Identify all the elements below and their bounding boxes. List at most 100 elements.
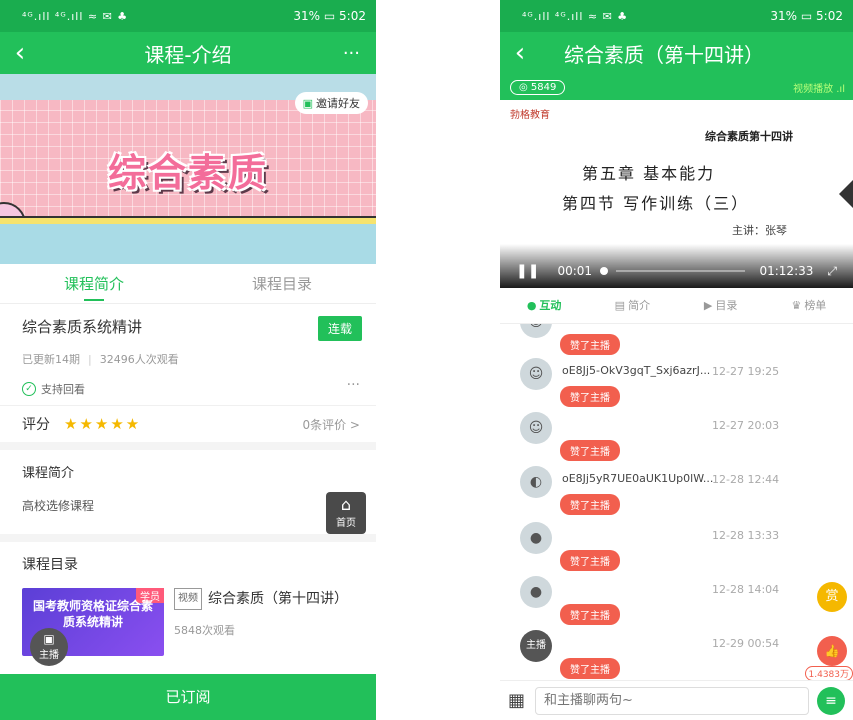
avatar: ☺ xyxy=(520,358,552,390)
video-player[interactable]: 勃格教育 综合素质第十四讲 第五章 基本能力 第四节 写作训练（三） 主讲：张琴… xyxy=(500,100,853,288)
catalog-heading: 课程目录 xyxy=(22,557,78,573)
tab-course-catalog[interactable]: 课程目录 xyxy=(188,264,376,303)
lesson-info: 视频 综合素质（第十四讲） 5848次观看 xyxy=(174,588,354,656)
home-button[interactable]: ⌂ 首页 xyxy=(326,492,366,534)
page-title: 综合素质（第十四讲） xyxy=(564,42,764,67)
nav-bar: ‹ 课程-介绍 ··· xyxy=(0,32,376,74)
signal-icons: ⁴ᴳ.ıll ⁴ᴳ.ıll ≈ ✉ ♣ xyxy=(522,9,629,23)
chat-input-bar: ▦ ≡ xyxy=(500,680,853,720)
clock: 5:02 xyxy=(339,9,366,23)
anchor-button[interactable]: ▣ 主播 xyxy=(30,628,68,666)
nickname: oE8Jj5-OkV3gqT_Sxj6azrJ... xyxy=(562,364,711,377)
menu-icon[interactable]: ≡ xyxy=(817,686,845,715)
tab-intro[interactable]: ▤ 简介 xyxy=(588,288,676,323)
like-notice: 赞了主播 xyxy=(560,494,620,515)
lesson-kind: 视频 xyxy=(174,588,202,610)
battery-level: 31% xyxy=(293,9,321,23)
like-notice: 赞了主播 xyxy=(560,440,620,461)
play-icon: ▶ xyxy=(703,299,713,312)
course-info: 综合素质系统精讲 连载 已更新14期 | 32496人次观看 ✓ 支持回看 ··· xyxy=(0,304,376,406)
thumbs-up-icon[interactable]: 👍 xyxy=(817,636,847,666)
lesson-item[interactable]: 学员 国考教师资格证综合素质系统精讲 视频 综合素质（第十四讲） 5848次观看 xyxy=(22,588,354,656)
pause-icon[interactable]: ❚❚ xyxy=(516,263,539,279)
timestamp: 12-29 00:54 xyxy=(712,637,780,650)
tab-label: 榜单 xyxy=(804,299,827,312)
tab-course-intro[interactable]: 课程简介 xyxy=(0,264,188,303)
tab-label: 互动 xyxy=(539,299,562,312)
current-time: 00:01 xyxy=(557,264,593,278)
review-count-link[interactable]: 0条评价 > xyxy=(302,416,360,433)
chat-message: ☺ oE8Jj5-OkV3gqT_Sxj6azrJ... 12-27 19:25… xyxy=(520,358,820,414)
thumb-title: 国考教师资格证综合素质系统精讲 xyxy=(32,599,153,629)
reward-button[interactable]: 赏 xyxy=(817,582,847,612)
fullscreen-icon[interactable]: ⤢ xyxy=(827,264,837,279)
seek-bar[interactable] xyxy=(616,270,746,272)
org-logo: 勃格教育 xyxy=(510,110,550,121)
status-bar: ⁴ᴳ.ıll ⁴ᴳ.ıll ≈ ✉ ♣ 31% ▭ 5:02 xyxy=(0,0,376,32)
like-notice: 赞了主播 xyxy=(560,658,620,679)
live-lesson-screen: ⁴ᴳ.ıll ⁴ᴳ.ıll ≈ ✉ ♣ 31% ▭ 5:02 ‹ 综合素质（第十… xyxy=(500,0,853,720)
tab-interaction[interactable]: ● 互动 xyxy=(500,288,588,323)
seek-handle[interactable] xyxy=(600,267,609,275)
tab-ranking[interactable]: ♛ 榜单 xyxy=(765,288,853,323)
rating-label: 评分 xyxy=(22,417,50,433)
banner-decoration-line xyxy=(0,216,376,224)
lesson-title: 综合素质（第十四讲） xyxy=(208,591,348,607)
slide-arrow-icon xyxy=(839,180,853,208)
more-icon[interactable]: ··· xyxy=(343,43,360,64)
course-banner: ▣ 邀请好友 综合素质 xyxy=(0,74,376,264)
slide-section: 第四节 写作训练（三） xyxy=(562,194,750,213)
avatar: ☺ xyxy=(520,412,552,444)
camera-icon: ▣ xyxy=(43,632,55,646)
view-count: 32496人次观看 xyxy=(99,353,179,366)
player-controls: ❚❚ 00:01 01:12:33 ⤢ xyxy=(500,244,853,288)
avatar: 主播 xyxy=(520,630,552,662)
chat-list[interactable]: ☺ 赞了主播 ☺ oE8Jj5-OkV3gqT_Sxj6azrJ... 12-2… xyxy=(500,324,853,686)
back-icon[interactable]: ‹ xyxy=(0,38,40,68)
clock: 5:02 xyxy=(816,9,843,23)
more-options-icon[interactable]: ··· xyxy=(347,377,360,393)
banner-title: 综合素质 xyxy=(107,151,268,195)
invite-friends-button[interactable]: ▣ 邀请好友 xyxy=(294,92,368,114)
timestamp: 12-27 20:03 xyxy=(712,419,780,432)
chat-message: ● 12-28 14:04 赞了主播 xyxy=(520,576,820,632)
tab-label: 简介 xyxy=(628,299,651,312)
document-icon: ▤ xyxy=(614,299,626,312)
chat-message: ☺ 赞了主播 xyxy=(520,324,820,362)
play-mode-toggle[interactable]: 视频播放 .ıl xyxy=(793,80,845,95)
replay-support: ✓ 支持回看 xyxy=(22,381,360,397)
anchor-label: 主播 xyxy=(39,650,59,661)
subscribed-button[interactable]: 已订阅 xyxy=(0,674,376,720)
chat-message: 主播 12-29 00:54 赞了主播 xyxy=(520,630,820,686)
tab-catalog[interactable]: ▶ 目录 xyxy=(677,288,765,323)
intro-tabs: 课程简介 课程目录 xyxy=(0,264,376,304)
intro-heading: 课程简介 xyxy=(22,466,75,481)
qr-code-icon[interactable]: ▦ xyxy=(508,690,525,711)
like-notice: 赞了主播 xyxy=(560,604,620,625)
course-intro-screen: ⁴ᴳ.ıll ⁴ᴳ.ıll ≈ ✉ ♣ 31% ▭ 5:02 ‹ 课程-介绍 ·… xyxy=(0,0,376,720)
nav-bar: ‹ 综合素质（第十四讲） xyxy=(500,32,853,74)
page-title: 课程-介绍 xyxy=(144,42,232,67)
replay-label: 支持回看 xyxy=(41,383,85,396)
course-name: 综合素质系统精讲 xyxy=(22,318,143,336)
avatar: ☺ xyxy=(520,324,552,338)
chat-input[interactable] xyxy=(535,686,809,715)
slide-title: 综合素质第十四讲 xyxy=(705,130,793,143)
nickname: oE8Jj5yR7UE0aUK1Up0lW... xyxy=(562,472,714,485)
home-label: 首页 xyxy=(336,518,356,529)
invite-label: 邀请好友 xyxy=(316,97,360,110)
home-icon: ⌂ xyxy=(340,495,352,514)
update-count: 已更新14期 xyxy=(22,353,80,366)
viewer-bar: ◎ 5849 视频播放 .ıl xyxy=(500,74,853,100)
course-meta: 已更新14期 | 32496人次观看 xyxy=(22,353,179,366)
back-icon[interactable]: ‹ xyxy=(500,38,540,68)
chat-icon: ▣ xyxy=(302,97,313,110)
rating-row[interactable]: 评分 ★★★★★ 0条评价 > xyxy=(0,406,376,450)
banner-bottom-strip xyxy=(0,224,376,264)
avatar: ● xyxy=(520,522,552,554)
status-bar: ⁴ᴳ.ıll ⁴ᴳ.ıll ≈ ✉ ♣ 31% ▭ 5:02 xyxy=(500,0,853,32)
like-count: 1.4383万 xyxy=(804,666,853,681)
chat-message: ◐ oE8Jj5yR7UE0aUK1Up0lW... 12-28 12:44 赞… xyxy=(520,466,820,522)
avatar: ◐ xyxy=(520,466,552,498)
serial-badge: 连载 xyxy=(317,316,362,341)
